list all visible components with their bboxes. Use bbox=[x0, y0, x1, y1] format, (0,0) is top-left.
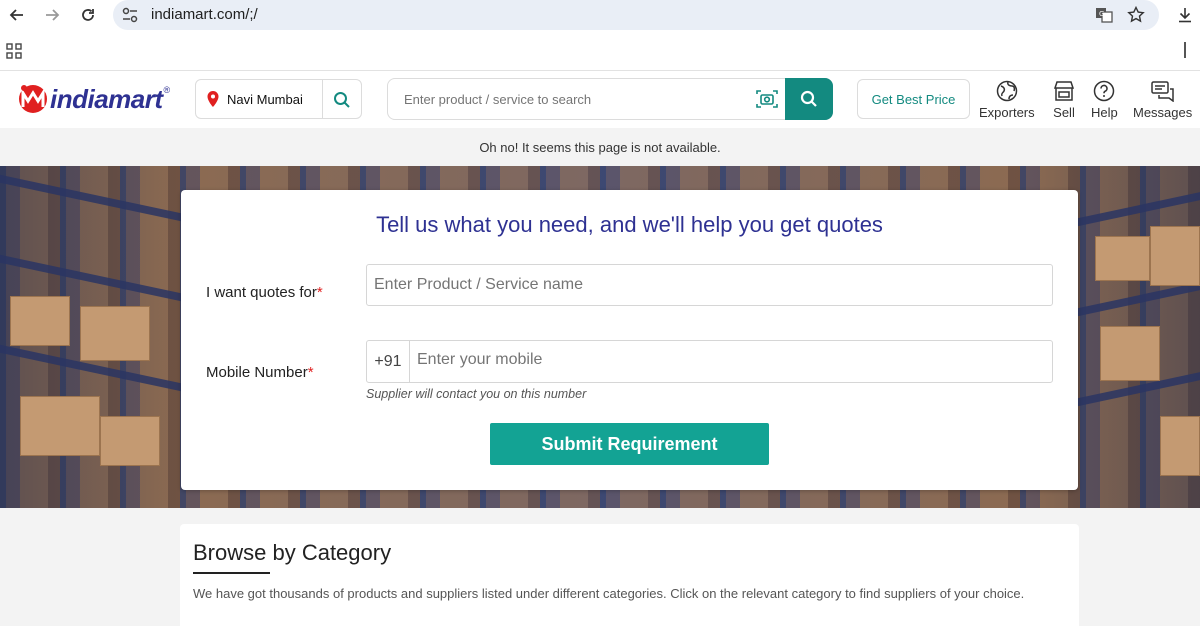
messages-link[interactable]: Messages bbox=[1133, 80, 1192, 120]
registered-mark: ® bbox=[163, 85, 171, 95]
location-search-icon[interactable] bbox=[333, 91, 351, 109]
store-icon bbox=[1053, 81, 1075, 101]
search-icon bbox=[800, 90, 817, 107]
site-settings-icon[interactable] bbox=[121, 6, 139, 29]
logo-text: indiamart bbox=[50, 83, 163, 114]
cardboard-box bbox=[1095, 236, 1150, 281]
shelf-beam bbox=[0, 174, 200, 226]
mobile-helper-text: Supplier will contact you on this number bbox=[366, 387, 587, 401]
apps-grid-icon[interactable] bbox=[6, 43, 22, 64]
shelf-beam bbox=[1070, 282, 1200, 318]
mobile-number-field: +91 bbox=[366, 340, 1053, 383]
messages-icon bbox=[1150, 81, 1174, 102]
title-underline bbox=[193, 572, 270, 574]
quote-form-title: Tell us what you need, and we'll help yo… bbox=[376, 212, 883, 237]
product-name-input[interactable] bbox=[366, 264, 1053, 306]
help-link[interactable]: Help bbox=[1091, 80, 1118, 120]
search-button[interactable] bbox=[785, 78, 833, 120]
location-divider bbox=[322, 80, 323, 118]
page-not-available-notice: Oh no! It seems this page is not availab… bbox=[0, 128, 1200, 166]
globe-icon bbox=[996, 80, 1018, 102]
country-code: +91 bbox=[367, 341, 410, 382]
product-field-label: I want quotes for* bbox=[206, 284, 323, 301]
help-icon bbox=[1094, 80, 1115, 102]
help-label: Help bbox=[1091, 105, 1118, 120]
cardboard-box bbox=[1150, 226, 1200, 286]
cardboard-box bbox=[20, 396, 100, 456]
camera-search-icon[interactable] bbox=[756, 89, 778, 109]
location-pin-icon bbox=[207, 91, 219, 107]
messages-label: Messages bbox=[1133, 105, 1193, 120]
forward-button[interactable] bbox=[39, 2, 65, 28]
exporters-label: Exporters bbox=[979, 105, 1035, 120]
site-header: indiamart ® Navi Mumbai Get Best Price E… bbox=[0, 71, 1200, 128]
browser-toolbar: indiamart.com/;/ G bbox=[0, 0, 1200, 30]
bookmark-separator bbox=[1184, 42, 1186, 58]
mobile-number-input[interactable] bbox=[417, 351, 1017, 369]
product-search bbox=[387, 78, 833, 120]
submit-requirement-button[interactable]: Submit Requirement bbox=[490, 423, 769, 465]
indiamart-logo[interactable]: indiamart ® bbox=[16, 83, 170, 115]
browse-category-title: Browse by Category bbox=[193, 540, 392, 565]
cardboard-box bbox=[10, 296, 70, 346]
cardboard-box bbox=[100, 416, 160, 466]
cardboard-box bbox=[1100, 326, 1160, 381]
required-marker: * bbox=[316, 284, 323, 301]
reload-icon bbox=[82, 9, 94, 21]
product-search-input[interactable] bbox=[404, 92, 744, 107]
exporters-link[interactable]: Exporters bbox=[979, 80, 1035, 120]
quote-request-form: Tell us what you need, and we'll help yo… bbox=[181, 190, 1078, 490]
product-label-text: I want quotes for bbox=[206, 284, 317, 301]
translate-icon[interactable]: G bbox=[1093, 4, 1115, 26]
location-text: Navi Mumbai bbox=[227, 92, 303, 107]
browse-category-description: We have got thousands of products and su… bbox=[193, 586, 1025, 601]
location-selector[interactable]: Navi Mumbai bbox=[195, 79, 362, 119]
cardboard-box bbox=[1160, 416, 1200, 476]
get-best-price-button[interactable]: Get Best Price bbox=[857, 79, 970, 119]
shelf-beam bbox=[1070, 192, 1200, 228]
svg-text:G: G bbox=[1099, 10, 1104, 18]
logo-m-icon bbox=[19, 85, 47, 113]
back-arrow-icon bbox=[9, 9, 23, 21]
back-button[interactable] bbox=[4, 2, 30, 28]
sell-label: Sell bbox=[1053, 105, 1075, 120]
mobile-field-label: Mobile Number* bbox=[206, 364, 314, 381]
address-bar[interactable]: indiamart.com/;/ G bbox=[113, 0, 1159, 30]
sell-link[interactable]: Sell bbox=[1053, 80, 1075, 120]
browse-category-section: Browse by Category We have got thousands… bbox=[180, 524, 1079, 626]
mobile-label-text: Mobile Number bbox=[206, 364, 308, 381]
cardboard-box bbox=[80, 306, 150, 361]
required-marker: * bbox=[307, 364, 314, 381]
bookmarks-bar bbox=[0, 30, 1200, 71]
forward-arrow-icon bbox=[46, 9, 60, 21]
url-text[interactable]: indiamart.com/;/ bbox=[151, 6, 258, 23]
reload-button[interactable] bbox=[75, 2, 101, 28]
bookmark-star-icon[interactable] bbox=[1125, 4, 1147, 26]
download-icon[interactable] bbox=[1174, 4, 1196, 26]
